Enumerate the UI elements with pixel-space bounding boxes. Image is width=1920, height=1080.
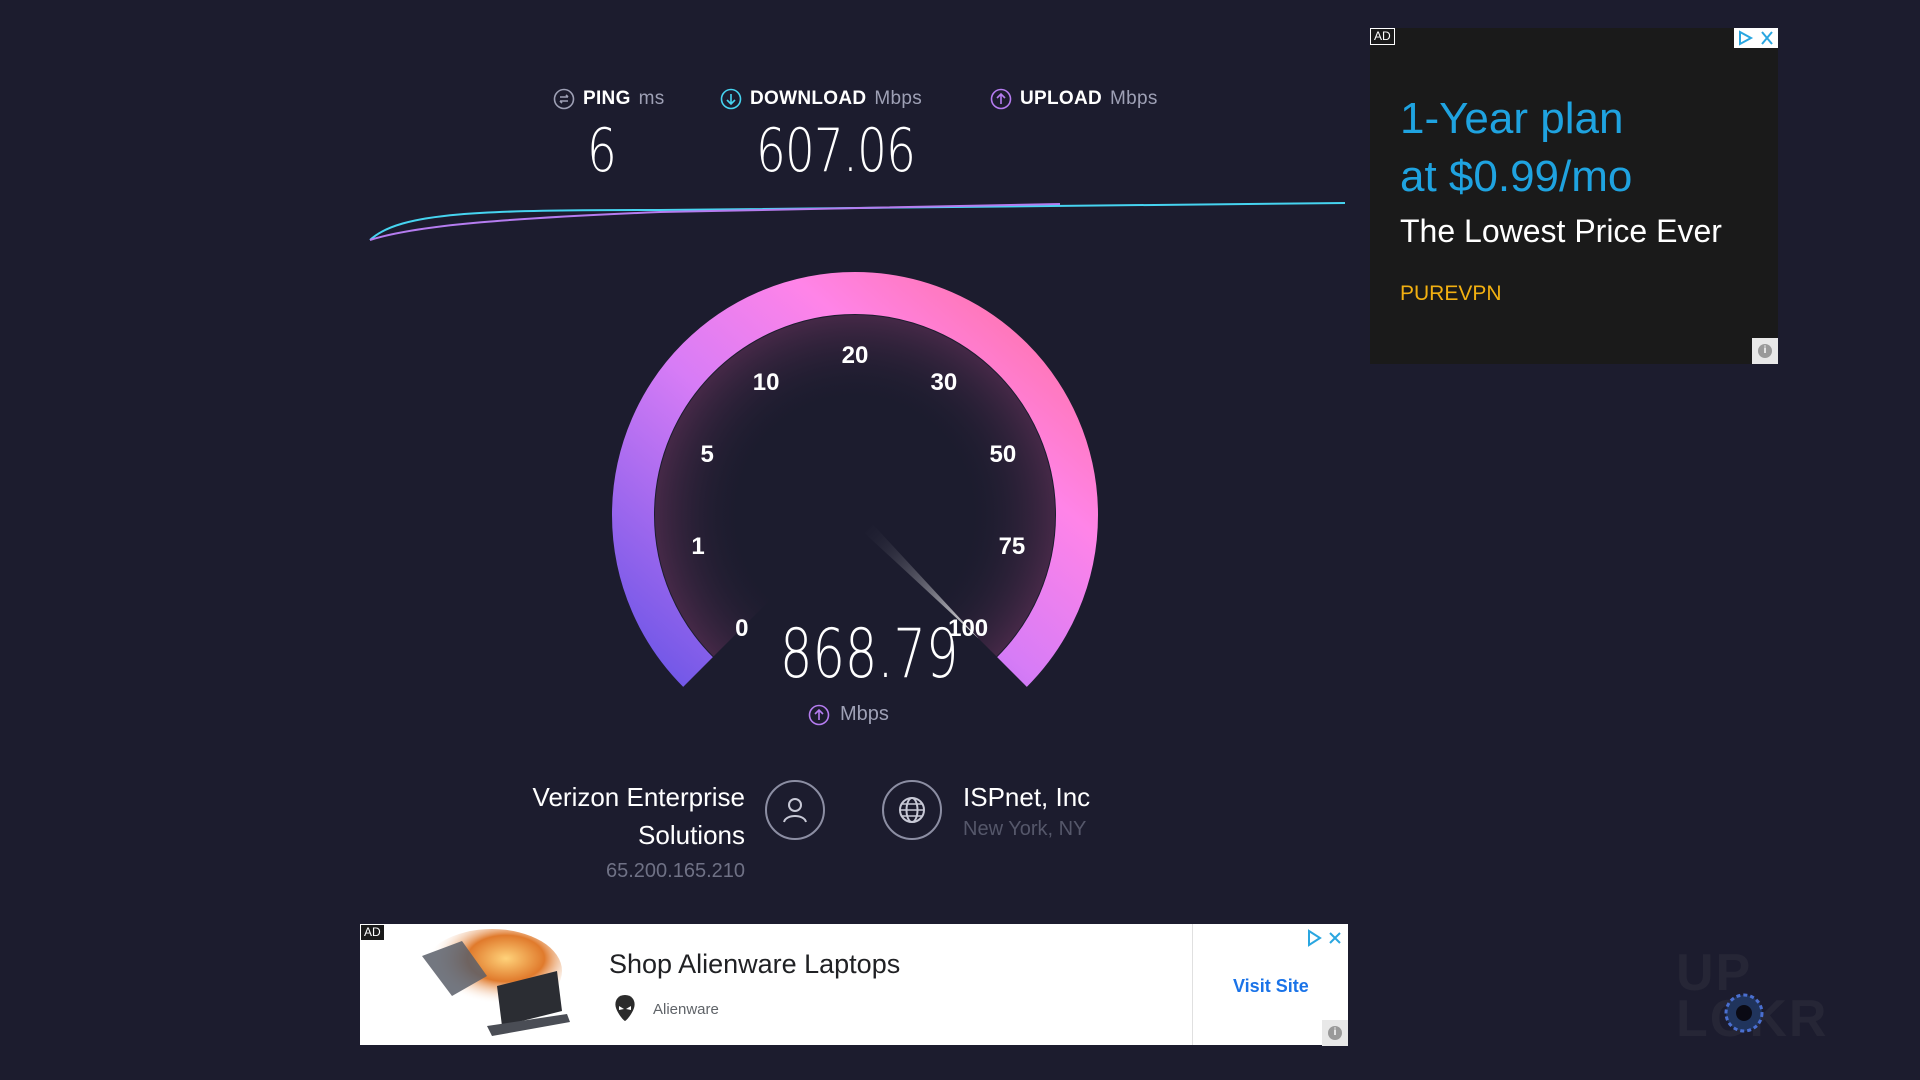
ad-title[interactable]: Shop Alienware Laptops — [609, 949, 900, 980]
gauge-unit-row: Mbps — [808, 703, 889, 726]
ad-product-image[interactable] — [392, 926, 572, 1043]
adchoices-icon[interactable] — [1734, 28, 1756, 48]
ad-brand[interactable]: PUREVPN — [1400, 282, 1502, 306]
alienware-logo-icon — [615, 995, 635, 1021]
visit-site-link[interactable]: Visit Site — [1233, 976, 1309, 997]
ad-divider — [1192, 924, 1193, 1045]
gauge-tick-label: 5 — [700, 441, 713, 468]
ad-info-button[interactable]: i — [1752, 338, 1778, 364]
change-server-button[interactable] — [882, 780, 942, 840]
server-location: New York, NY — [963, 818, 1087, 840]
ad-info-button[interactable]: i — [1322, 1020, 1348, 1046]
sidebar-ad[interactable]: AD 1-Year plan at $0.99/mo The Lowest Pr… — [1370, 28, 1778, 364]
user-icon — [783, 798, 807, 823]
globe-icon — [899, 797, 925, 823]
ad-subline: The Lowest Price Ever — [1400, 213, 1722, 249]
ad-advertiser: Alienware — [653, 1001, 719, 1018]
gauge-unit-label: Mbps — [840, 703, 889, 725]
gauge-tick-label: 1 — [691, 533, 704, 560]
gauge-tick-label: 10 — [753, 369, 780, 396]
change-provider-button[interactable] — [765, 780, 825, 840]
close-ad-icon[interactable] — [1756, 28, 1778, 48]
gauge-tick-label: 75 — [999, 533, 1026, 560]
ad-headline-line-2: at $0.99/mo — [1400, 152, 1633, 201]
close-ad-icon[interactable] — [1326, 928, 1344, 948]
ad-badge: AD — [360, 924, 385, 941]
server-name[interactable]: ISPnet, Inc — [963, 778, 1090, 816]
ad-headline-line-1: 1-Year plan — [1400, 94, 1624, 143]
gauge-tick-label: 30 — [931, 369, 958, 396]
gauge-tick-label: 0 — [735, 615, 748, 642]
isp-name: Verizon Enterprise Solutions — [532, 782, 745, 850]
gauge-tick-label: 50 — [989, 441, 1016, 468]
isp-ip: 65.200.165.210 — [605, 860, 745, 882]
info-icon: i — [1328, 1026, 1342, 1040]
watermark-badge-icon — [1724, 993, 1764, 1033]
gauge-tick-label: 20 — [842, 342, 869, 369]
gauge-reading: 868.79 — [780, 615, 959, 694]
ad-badge: AD — [1370, 28, 1395, 45]
adchoices-icon[interactable] — [1304, 928, 1324, 948]
banner-ad[interactable]: AD Shop Alienware Laptops Alienware Visi… — [360, 924, 1348, 1046]
info-icon: i — [1758, 344, 1772, 358]
upload-icon — [808, 704, 830, 725]
ad-headline[interactable]: 1-Year plan at $0.99/mo — [1400, 90, 1760, 206]
